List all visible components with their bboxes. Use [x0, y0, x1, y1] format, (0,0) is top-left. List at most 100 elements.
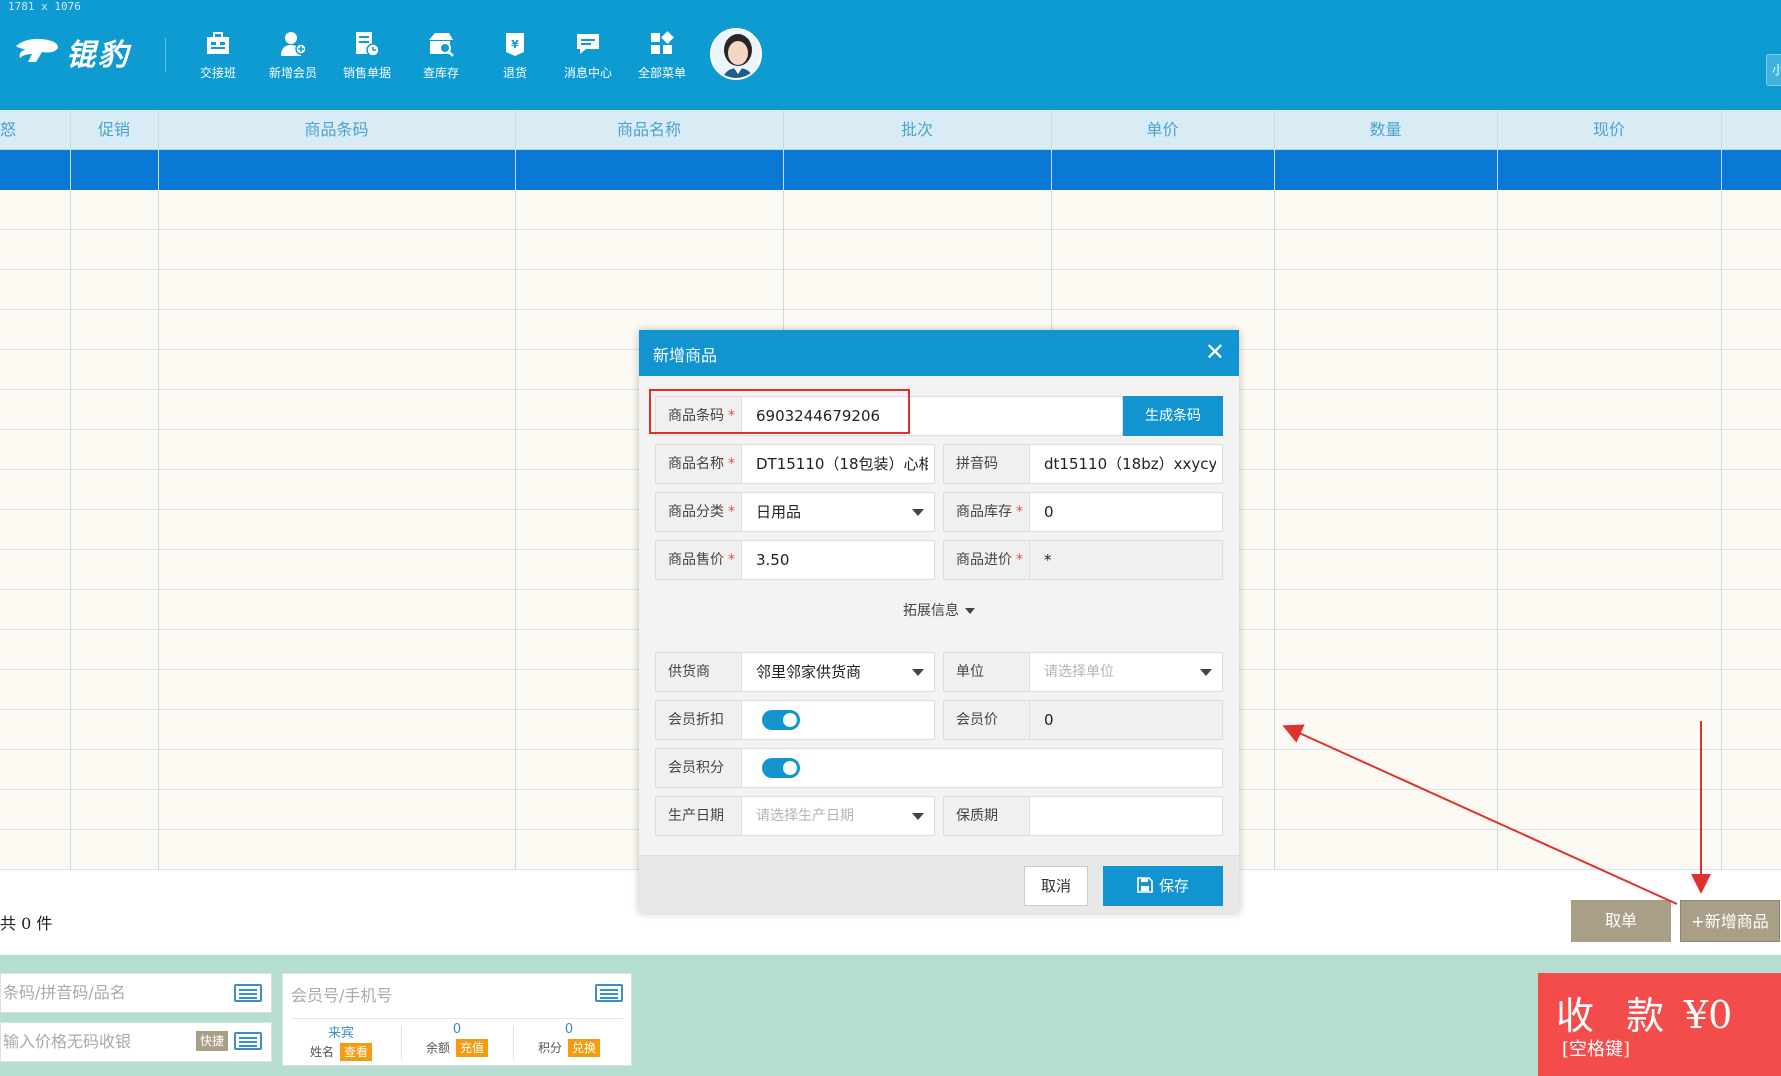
return-icon: ¥	[506, 33, 524, 56]
member-balance-col: 0 余额 充值	[407, 1022, 507, 1057]
product-search-placeholder: 条码/拼音码/品名	[3, 983, 126, 1002]
production-date-select[interactable]: 生产日期 请选择生产日期	[655, 796, 935, 836]
member-points-field: 会员积分	[655, 748, 1223, 788]
stock-value[interactable]: 0	[1044, 493, 1216, 531]
pinyin-label: 拼音码	[956, 456, 998, 472]
required-mark: *	[728, 552, 735, 568]
nav-inventory-button[interactable]: 查库存	[406, 30, 476, 86]
nav-handover-button[interactable]: 交接班	[183, 30, 253, 86]
generate-barcode-button[interactable]: 生成条码	[1123, 396, 1223, 436]
nav-return-button[interactable]: ¥ 退货	[480, 30, 550, 86]
col-header-barcode: 商品条码	[304, 120, 369, 139]
table-row[interactable]	[0, 190, 1781, 230]
keyboard-icon[interactable]	[234, 1032, 262, 1050]
member-price-field: 会员价 0	[943, 700, 1223, 740]
checkout-hint: [空格键]	[1562, 1039, 1631, 1060]
save-button[interactable]: 保存	[1103, 866, 1223, 906]
shelf-life-value[interactable]	[1044, 797, 1216, 835]
add-member-icon	[281, 32, 307, 56]
sales-receipt-icon	[356, 32, 380, 57]
grid-col-divider	[158, 110, 159, 870]
supplier-value: 邻里邻家供货商	[756, 663, 862, 681]
chevron-down-icon[interactable]	[912, 509, 924, 516]
recharge-button[interactable]: 充值	[456, 1039, 489, 1057]
required-mark: *	[728, 456, 735, 472]
price-input[interactable]: 输入价格无码收银	[0, 1022, 272, 1062]
leopard-logo-icon	[16, 38, 58, 62]
category-value: 日用品	[756, 503, 802, 521]
chevron-down-icon[interactable]	[912, 669, 924, 676]
table-row[interactable]	[0, 230, 1781, 270]
member-discount-toggle[interactable]	[762, 710, 800, 730]
shelf-life-field[interactable]: 保质期	[943, 796, 1223, 836]
product-search-input[interactable]: 条码/拼音码/品名	[0, 973, 272, 1013]
nav-label: 销售单据	[342, 66, 391, 80]
top-bar: 1781 x 1076 锟豹 交接班 新增会员 销售单据 查库存 ¥ 退货 消息…	[0, 0, 1781, 110]
grid-header: 怒 促销 商品条码 商品名称 批次 单价 数量 现价	[0, 110, 1781, 150]
view-member-button[interactable]: 查看	[340, 1043, 373, 1061]
nav-all-menu-button[interactable]: 全部菜单	[627, 30, 697, 86]
extended-info-toggle[interactable]: 拓展信息	[639, 600, 1239, 620]
checkout-button[interactable]: 收 款 [空格键] ¥0	[1538, 973, 1781, 1076]
member-name-col: 来宾 姓名 查看	[291, 1022, 391, 1061]
chevron-down-icon[interactable]	[912, 813, 924, 820]
chevron-down-icon[interactable]	[1200, 669, 1212, 676]
checkout-amount: ¥0	[1684, 993, 1733, 1037]
unit-select[interactable]: 单位 请选择单位	[943, 652, 1223, 692]
checkout-label: 收 款	[1556, 994, 1675, 1038]
sale-price-field[interactable]: 商品售价 * 3.50	[655, 540, 935, 580]
grid-selected-row[interactable]	[0, 150, 1781, 190]
inventory-search-icon	[429, 33, 454, 57]
member-points-label: 会员积分	[668, 760, 724, 776]
user-avatar[interactable]	[710, 28, 762, 80]
redeem-button[interactable]: 兑换	[568, 1039, 601, 1057]
svg-text:¥: ¥	[511, 38, 519, 51]
sale-price-value[interactable]: 3.50	[756, 541, 928, 579]
nav-label: 交接班	[199, 66, 236, 80]
cancel-button[interactable]: 取消	[1024, 866, 1088, 906]
col-header-status: 怒	[0, 120, 17, 139]
grid-col-divider	[1721, 110, 1722, 870]
col-header-unit-price: 单价	[1146, 120, 1179, 139]
sale-price-label: 商品售价	[668, 552, 724, 568]
add-product-button[interactable]: +新增商品	[1680, 900, 1780, 942]
quick-button[interactable]: 快捷	[196, 1031, 228, 1051]
member-discount-field: 会员折扣	[655, 700, 935, 740]
nav-sales-receipt-button[interactable]: 销售单据	[332, 30, 402, 86]
topbar-side-button[interactable]: 小	[1766, 54, 1781, 86]
product-name-value[interactable]: DT15110（18包装）心相印	[756, 445, 928, 483]
category-label: 商品分类	[668, 504, 724, 520]
stock-field[interactable]: 商品库存 * 0	[943, 492, 1223, 532]
grid-col-divider	[70, 110, 71, 870]
pinyin-value[interactable]: dt15110（18bz）xxycysxx	[1044, 445, 1216, 483]
take-order-button[interactable]: 取单	[1571, 900, 1671, 942]
member-points-col: 0 积分 兑换	[519, 1022, 619, 1057]
member-divider	[291, 1018, 623, 1019]
shelf-life-label: 保质期	[956, 808, 998, 824]
dialog-footer: 取消 保存	[639, 855, 1239, 913]
extended-info-label: 拓展信息	[903, 603, 959, 619]
category-select[interactable]: 商品分类 * 日用品	[655, 492, 935, 532]
nav-add-member-button[interactable]: 新增会员	[258, 30, 328, 86]
avatar-portrait-icon	[712, 30, 760, 78]
keyboard-icon[interactable]	[595, 984, 623, 1002]
cost-price-value: *	[1044, 551, 1052, 569]
product-name-field[interactable]: 商品名称* DT15110（18包装）心相印	[655, 444, 935, 484]
grid-col-divider	[1497, 110, 1498, 870]
nav-message-button[interactable]: 消息中心	[553, 30, 623, 86]
item-count: 共 0 件	[0, 914, 53, 933]
supplier-select[interactable]: 供货商 邻里邻家供货商	[655, 652, 935, 692]
member-discount-label: 会员折扣	[668, 712, 724, 728]
member-points-toggle[interactable]	[762, 758, 800, 778]
close-icon[interactable]: ✕	[1205, 340, 1225, 364]
nav-label: 退货	[502, 66, 527, 80]
message-icon	[577, 34, 599, 54]
member-price-label: 会员价	[956, 712, 998, 728]
dimension-label: 1781 x 1076	[8, 0, 81, 13]
member-search-input[interactable]: 会员号/手机号	[291, 982, 392, 1006]
col-header-promotion: 促销	[97, 120, 130, 139]
member-points-value: 0	[564, 1022, 574, 1037]
pinyin-field[interactable]: 拼音码 dt15110（18bz）xxycysxx	[943, 444, 1223, 484]
keyboard-icon[interactable]	[234, 984, 262, 1002]
table-row[interactable]	[0, 270, 1781, 310]
